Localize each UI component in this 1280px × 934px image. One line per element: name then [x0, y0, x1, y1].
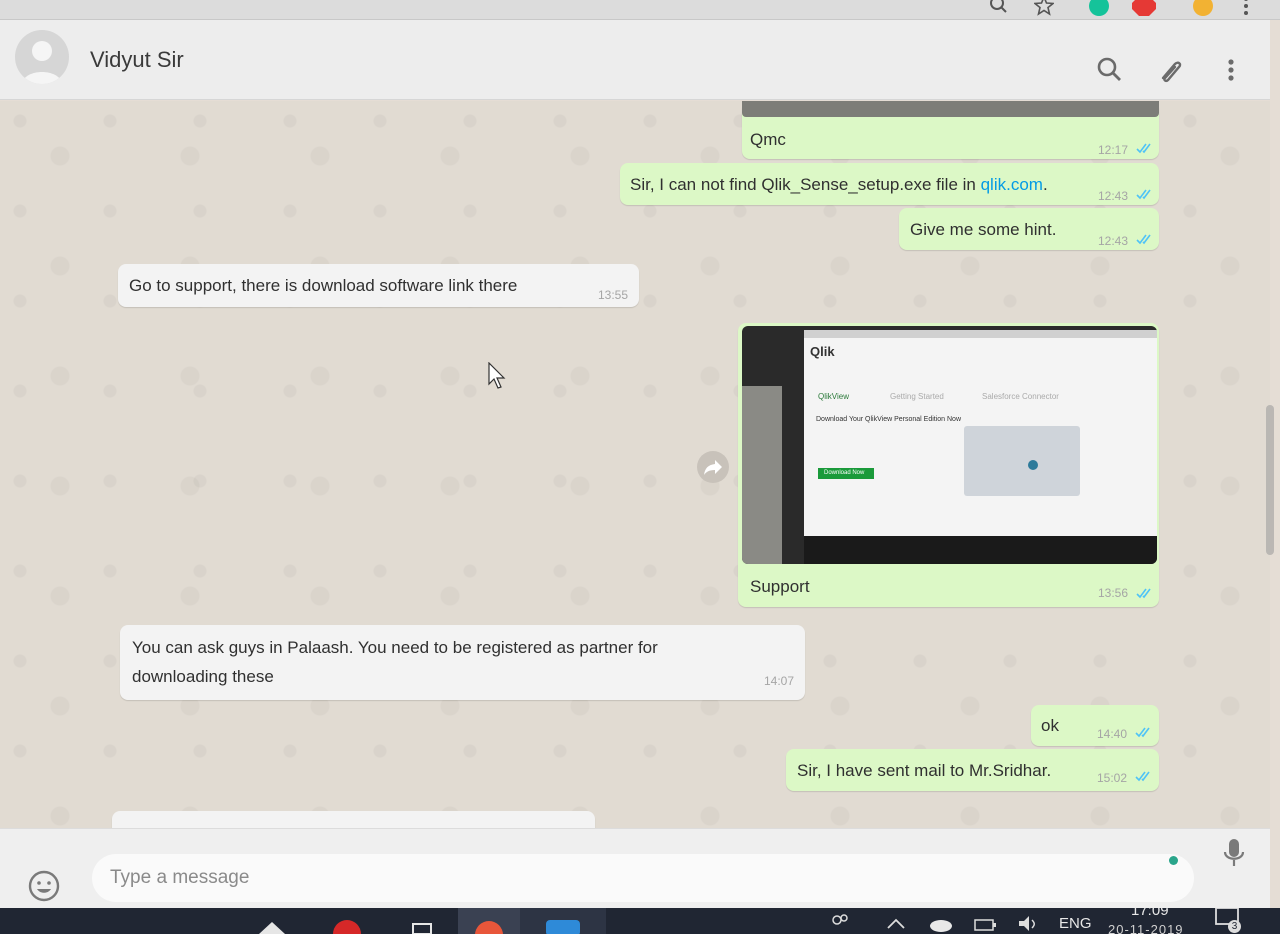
chat-messages-area[interactable]: Qmc 12:17 Sir, I can not find Qlik_Sense… — [0, 101, 1270, 828]
contact-name[interactable]: Vidyut Sir — [90, 47, 184, 73]
taskbar-chrome-button[interactable] — [458, 908, 520, 934]
battery-icon[interactable] — [972, 912, 998, 932]
message-time: 15:02 — [1097, 771, 1128, 785]
message-text: Qmc — [750, 130, 786, 149]
photo-desk-edge — [742, 386, 782, 564]
message-bubble-outgoing[interactable]: Sir, I have sent mail to Mr.Sridhar. 15:… — [786, 749, 1159, 791]
message-bubble-incoming[interactable]: You can ask guys in Palaash. You need to… — [120, 625, 805, 700]
chat-scrollbar[interactable] — [1266, 405, 1274, 555]
forward-icon — [704, 460, 722, 475]
input-language[interactable]: ENG — [1059, 915, 1092, 932]
status-dot — [1169, 856, 1178, 865]
mouse-cursor-icon — [488, 362, 506, 389]
zoom-icon[interactable] — [989, 0, 1009, 16]
message-time: 13:55 — [598, 288, 629, 302]
grammarly-extension-icon[interactable] — [1089, 0, 1109, 16]
message-composer — [0, 828, 1270, 908]
search-icon[interactable] — [1095, 56, 1125, 86]
photo-tab-salesforce: Salesforce Connector — [982, 392, 1059, 401]
previous-image-bottom — [742, 101, 1159, 117]
photo-laptop-image — [964, 426, 1080, 496]
volume-icon[interactable] — [1016, 912, 1042, 932]
photo-browser-bar — [804, 330, 1157, 338]
message-bubble-outgoing[interactable]: ok 14:40 — [1031, 705, 1159, 746]
taskbar-file-explorer-icon[interactable] — [255, 908, 289, 934]
clock-date[interactable]: 20-11-2019 — [1108, 922, 1184, 934]
default-avatar-icon — [22, 41, 62, 84]
message-time: 14:07 — [764, 674, 795, 688]
message-input[interactable] — [92, 854, 1194, 902]
taskbar-whatsapp-button[interactable] — [520, 908, 606, 934]
message-link[interactable]: qlik.com — [981, 175, 1043, 194]
photo-taskbar — [804, 536, 1157, 564]
chat-header[interactable]: Vidyut Sir — [0, 20, 1270, 100]
photo-download-button: Download Now — [818, 468, 874, 479]
message-image[interactable]: Qlik QlikView Getting Started Salesforce… — [742, 326, 1157, 564]
browser-menu-icon[interactable] — [1236, 0, 1256, 16]
windows-taskbar: ENG 17:09 20-11-2019 3 — [0, 908, 1280, 934]
photo-screen: Qlik QlikView Getting Started Salesforce… — [804, 330, 1157, 550]
mic-icon[interactable] — [1222, 837, 1246, 869]
message-text-line-1: You can ask guys in Palaash. You need to… — [132, 638, 658, 657]
onedrive-cloud-icon[interactable] — [928, 912, 954, 932]
photo-tab-qlikview: QlikView — [818, 392, 849, 401]
message-text: Sir, I can not find Qlik_Sense_setup.exe… — [630, 175, 1048, 194]
message-bubble-incoming[interactable]: Go to support, there is download softwar… — [118, 264, 639, 307]
photo-heading: Download Your QlikView Personal Edition … — [816, 416, 962, 423]
message-bubble-incoming-partial[interactable] — [112, 811, 595, 828]
read-ticks-icon — [1136, 189, 1151, 200]
whatsapp-app-icon — [546, 920, 580, 934]
message-bubble-outgoing[interactable]: Give me some hint. 12:43 — [899, 208, 1159, 250]
message-time: 13:56 — [1098, 586, 1129, 600]
photo-qlik-logo: Qlik — [810, 344, 835, 359]
read-ticks-icon — [1135, 771, 1150, 782]
taskbar-store-icon[interactable] — [405, 908, 439, 934]
message-text-line-2: downloading these — [132, 667, 274, 686]
notification-count-badge: 3 — [1228, 920, 1241, 933]
emoji-icon[interactable] — [27, 869, 61, 903]
read-ticks-icon — [1136, 588, 1151, 599]
start-area[interactable] — [0, 908, 70, 934]
adblock-extension-icon[interactable] — [1132, 0, 1156, 16]
taskbar-app-red-icon[interactable] — [330, 908, 364, 934]
contact-avatar[interactable] — [15, 30, 69, 84]
image-caption: Support — [750, 577, 810, 596]
photo-tab-getting-started: Getting Started — [890, 392, 944, 401]
message-time: 14:40 — [1097, 727, 1128, 741]
action-center-button[interactable]: 3 — [1213, 908, 1243, 934]
message-text: Give me some hint. — [910, 220, 1057, 239]
message-bubble-outgoing[interactable]: Sir, I can not find Qlik_Sense_setup.exe… — [620, 163, 1159, 205]
bookmark-star-icon[interactable] — [1034, 0, 1054, 16]
message-text: Go to support, there is download softwar… — [129, 276, 518, 295]
message-bubble-outgoing[interactable]: Qmc 12:17 — [742, 101, 1159, 159]
message-time: 12:43 — [1098, 234, 1129, 248]
forward-button[interactable] — [697, 451, 729, 483]
message-time: 12:43 — [1098, 189, 1129, 203]
message-text: ok — [1041, 716, 1059, 735]
read-ticks-icon — [1135, 727, 1150, 738]
read-ticks-icon — [1136, 234, 1151, 245]
message-time: 12:17 — [1098, 143, 1129, 157]
extension-icon[interactable] — [1193, 0, 1213, 16]
people-icon[interactable] — [828, 912, 852, 932]
message-text: Sir, I have sent mail to Mr.Sridhar. — [797, 761, 1052, 780]
chrome-icon — [475, 921, 503, 934]
show-hidden-icons-chevron-icon[interactable] — [884, 912, 908, 932]
photo-laptop-dot — [1028, 460, 1038, 470]
read-ticks-icon — [1136, 143, 1151, 154]
attach-icon[interactable] — [1156, 56, 1186, 86]
browser-toolbar — [0, 0, 1280, 20]
menu-icon[interactable] — [1216, 56, 1246, 86]
clock-time[interactable]: 17:09 — [1131, 908, 1169, 919]
